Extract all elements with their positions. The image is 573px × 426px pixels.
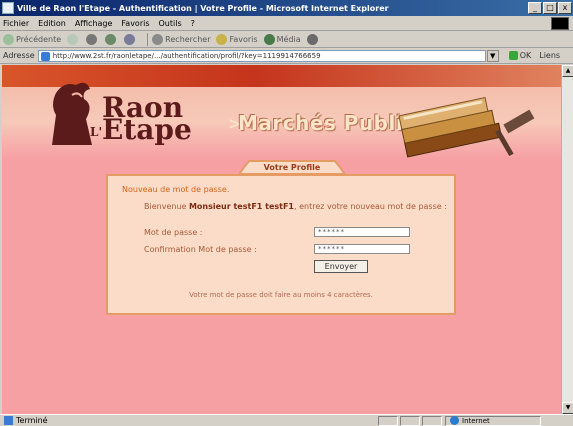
address-label: Adresse: [3, 51, 35, 60]
password-label: Mot de passe :: [144, 228, 203, 237]
password-hint: Votre mot de passe doit faire au moins 4…: [189, 291, 373, 299]
zone-label: Internet: [462, 416, 490, 425]
go-arrow-icon: [508, 51, 518, 60]
logo-prefix: L': [90, 125, 103, 139]
window-titlebar: Ville de Raon l'Etape - Authentification…: [0, 0, 573, 16]
window-title: Ville de Raon l'Etape - Authentification…: [17, 3, 389, 13]
page-viewport: Raon L' Etape > Marchés Publics Votre Pr…: [2, 65, 561, 414]
confirm-password-label: Confirmation Mot de passe :: [144, 245, 257, 254]
go-button[interactable]: OK: [508, 51, 532, 60]
password-field[interactable]: ******: [314, 227, 410, 237]
menu-bar: Fichier Edition Affichage Favoris Outils…: [0, 16, 573, 31]
favorites-star-icon: [216, 33, 228, 45]
welcome-message: Bienvenue Monsieur testF1 testF1, entrez…: [144, 202, 447, 211]
maximize-button[interactable]: □: [543, 2, 557, 14]
status-cell: [422, 415, 442, 426]
history-button[interactable]: [306, 33, 320, 45]
internet-globe-icon: [450, 416, 459, 425]
back-button[interactable]: Précédente: [3, 33, 62, 45]
history-icon: [306, 33, 318, 45]
refresh-button[interactable]: [105, 33, 118, 45]
media-label: Média: [276, 34, 301, 44]
menu-tools[interactable]: Outils: [159, 19, 182, 28]
home-icon: [124, 33, 136, 45]
favorites-button[interactable]: Favoris: [216, 33, 258, 45]
media-icon: [263, 33, 275, 45]
confirm-password-field[interactable]: ******: [314, 244, 410, 254]
address-url: http://www.2st.fr/raonletape/.../authent…: [52, 51, 321, 60]
address-bar: Adresse http://www.2st.fr/raonletape/...…: [0, 48, 573, 64]
menu-file[interactable]: Fichier: [3, 19, 29, 28]
scroll-down-button[interactable]: ▼: [562, 402, 573, 414]
menu-view[interactable]: Affichage: [75, 19, 113, 28]
profile-tab-label: Votre Profile: [263, 163, 321, 172]
menu-edit[interactable]: Edition: [38, 19, 66, 28]
ie-page-icon: [2, 2, 14, 14]
home-button[interactable]: [124, 33, 137, 45]
back-arrow-icon: [3, 33, 14, 45]
vertical-scrollbar[interactable]: ▲ ▼: [561, 65, 573, 414]
password-panel: Nouveau de mot de passe. Bienvenue Monsi…: [106, 174, 456, 315]
status-cell: [400, 415, 420, 426]
welcome-suffix: , entrez votre nouveau mot de passe :: [294, 202, 447, 211]
forward-button[interactable]: [67, 33, 80, 45]
submit-button[interactable]: Envoyer: [314, 260, 368, 273]
stop-icon: [86, 33, 98, 45]
books-and-gavel-icon: [398, 96, 535, 158]
logo-etape: Etape: [102, 113, 192, 146]
favorites-label: Favoris: [229, 34, 258, 44]
back-label: Précédente: [16, 34, 62, 44]
minimize-button[interactable]: _: [528, 2, 542, 14]
page-icon: [40, 51, 50, 61]
address-dropdown-button[interactable]: ▼: [486, 49, 499, 62]
toolbar: Précédente Rechercher Favoris Média: [0, 31, 573, 48]
close-button[interactable]: x: [558, 2, 572, 14]
scroll-up-button[interactable]: ▲: [562, 65, 573, 77]
menu-favorites[interactable]: Favoris: [121, 19, 149, 28]
search-icon: [152, 33, 164, 45]
user-name: Monsieur testF1 testF1: [188, 202, 294, 211]
status-text: Terminé: [16, 416, 48, 425]
toolbar-separator: [147, 32, 149, 46]
windows-logo-icon: [551, 17, 569, 30]
go-label: OK: [519, 51, 532, 60]
security-zone: Internet: [445, 415, 541, 426]
status-bar: Terminé Internet: [0, 414, 573, 426]
site-banner: Raon L' Etape > Marchés Publics: [2, 65, 561, 159]
stop-button[interactable]: [86, 33, 99, 45]
address-input[interactable]: http://www.2st.fr/raonletape/.../authent…: [37, 49, 486, 62]
menu-help[interactable]: ?: [191, 19, 195, 28]
panel-heading: Nouveau de mot de passe.: [122, 185, 230, 194]
search-label: Rechercher: [165, 34, 211, 44]
media-button[interactable]: Média: [263, 33, 301, 45]
refresh-icon: [105, 33, 117, 45]
page-done-icon: [4, 416, 13, 425]
links-button[interactable]: Liens: [539, 51, 560, 60]
status-cell: [378, 415, 398, 426]
search-button[interactable]: Rechercher: [152, 33, 211, 45]
welcome-prefix: Bienvenue: [144, 202, 187, 211]
forward-arrow-icon: [67, 33, 79, 45]
